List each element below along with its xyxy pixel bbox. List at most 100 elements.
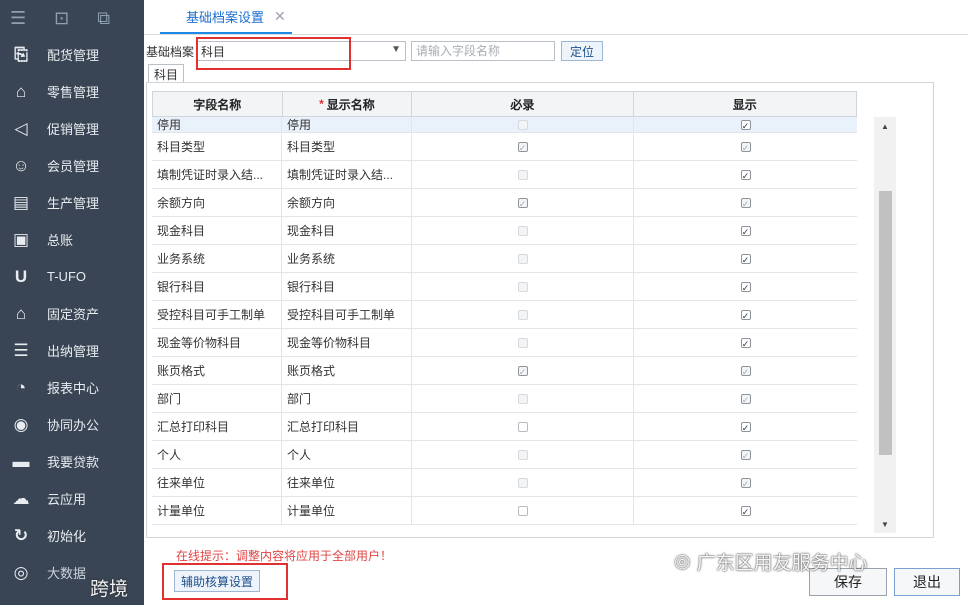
- sidebar-item[interactable]: ▤ 生产管理: [0, 184, 144, 221]
- cell-display-name[interactable]: 停用: [282, 117, 412, 132]
- sidebar-item[interactable]: ☁ 云应用: [0, 480, 144, 517]
- sidebar-item[interactable]: ◔ 报表中心: [0, 369, 144, 406]
- cell-display-name[interactable]: 填制凭证时录入结...: [282, 161, 412, 188]
- sidebar-item[interactable]: ⎘ 配货管理: [0, 36, 144, 73]
- scroll-up-icon[interactable]: ▲: [874, 119, 896, 133]
- close-icon[interactable]: ✕: [274, 8, 286, 25]
- show-checkbox[interactable]: ✓: [740, 169, 751, 181]
- show-checkbox[interactable]: ✓: [740, 225, 751, 237]
- production-icon: ▤: [12, 192, 30, 212]
- header-display-name: * 显示名称: [283, 92, 413, 116]
- field-search-input[interactable]: [411, 41, 555, 61]
- table-row[interactable]: 计量单位 计量单位 ✓: [152, 497, 857, 525]
- cell-required: [412, 245, 634, 272]
- show-checkbox[interactable]: ✓: [740, 421, 751, 433]
- locate-button[interactable]: 定位: [561, 41, 604, 61]
- cell-display-name[interactable]: 科目类型: [282, 133, 412, 160]
- sidebar-item[interactable]: ◁ 促销管理: [0, 110, 144, 147]
- subtab-subject[interactable]: 科目: [148, 64, 185, 83]
- required-checkbox[interactable]: [517, 505, 528, 516]
- ufo-icon: U: [14, 266, 28, 286]
- watermark: ◎ 广东区用友服务中心: [674, 551, 868, 574]
- table-row[interactable]: 现金等价物科目 现金等价物科目 ✓: [152, 329, 857, 357]
- header-field-name: 字段名称: [153, 92, 283, 116]
- cell-display-name[interactable]: 现金科目: [282, 217, 412, 244]
- cell-display-name[interactable]: 余额方向: [282, 189, 412, 216]
- required-checkbox[interactable]: [517, 421, 528, 432]
- scroll-down-icon[interactable]: ▼: [874, 517, 896, 531]
- table-row[interactable]: 受控科目可手工制单 受控科目可手工制单 ✓: [152, 301, 857, 329]
- cell-show: ✓: [634, 117, 857, 132]
- megaphone-icon: ◁: [14, 118, 28, 138]
- cell-display-name[interactable]: 个人: [282, 441, 412, 468]
- vertical-scrollbar[interactable]: ▲ ▼: [874, 117, 896, 533]
- table-row[interactable]: 现金科目 现金科目 ✓: [152, 217, 857, 245]
- table-row[interactable]: 往来单位 往来单位 ✓: [152, 469, 857, 497]
- highlight-box-archive: [196, 37, 351, 70]
- cell-display-name[interactable]: 业务系统: [282, 245, 412, 272]
- image-icon[interactable]: ⊡: [54, 8, 69, 29]
- online-tip: 在线提示：调整内容将应用于全部用户！: [176, 549, 393, 563]
- sidebar-item[interactable]: ◉ 协同办公: [0, 406, 144, 443]
- table-row[interactable]: 科目类型 科目类型 ✓ ✓: [152, 133, 857, 161]
- show-checkbox[interactable]: ✓: [740, 281, 751, 293]
- bank-icon: ⌂: [15, 303, 27, 323]
- cell-display-name[interactable]: 部门: [282, 385, 412, 412]
- exit-button[interactable]: 退出: [894, 568, 960, 596]
- wechat-icon: ◎: [674, 551, 691, 572]
- dispatch-icon: ⎘: [14, 44, 28, 64]
- cell-required: ✓: [412, 357, 634, 384]
- menu-icon[interactable]: ☰: [10, 8, 26, 29]
- refresh-icon: ↻: [13, 525, 29, 545]
- sidebar-item[interactable]: ▣ 总账: [0, 221, 144, 258]
- scroll-thumb[interactable]: [879, 191, 892, 455]
- cell-show: ✓: [634, 413, 857, 440]
- show-checkbox[interactable]: ✓: [740, 119, 751, 131]
- table-row[interactable]: 汇总打印科目 汇总打印科目 ✓: [152, 413, 857, 441]
- cell-field-name: 科目类型: [152, 133, 282, 160]
- sidebar-item[interactable]: ⌂ 零售管理: [0, 73, 144, 110]
- sidebar-item[interactable]: U T-UFO: [0, 258, 144, 295]
- table-row[interactable]: 停用 停用 ✓: [152, 117, 857, 133]
- cell-field-name: 现金科目: [152, 217, 282, 244]
- show-checkbox[interactable]: ✓: [740, 337, 751, 349]
- table-row[interactable]: 银行科目 银行科目 ✓: [152, 273, 857, 301]
- table-row[interactable]: 填制凭证时录入结... 填制凭证时录入结... ✓: [152, 161, 857, 189]
- tab-label: 基础档案设置: [186, 9, 265, 25]
- cell-required: [412, 301, 634, 328]
- show-checkbox[interactable]: ✓: [740, 253, 751, 265]
- table-row[interactable]: 余额方向 余额方向 ✓ ✓: [152, 189, 857, 217]
- sidebar: ☰ ⊡ ⧉ ⎘ 配货管理 ⌂ 零售管理 ◁ 促销管理 ☺ 会员管理 ▤ 生产管理 ▣ 总账 U T-UFO…: [0, 0, 144, 605]
- sidebar-item[interactable]: ↻ 初始化: [0, 517, 144, 554]
- tab-basic-archive-settings[interactable]: 基础档案设置 ✕: [160, 0, 292, 34]
- cell-field-name: 填制凭证时录入结...: [152, 161, 282, 188]
- cell-show: ✓: [634, 469, 857, 496]
- table-row[interactable]: 业务系统 业务系统 ✓: [152, 245, 857, 273]
- cell-display-name[interactable]: 计量单位: [282, 497, 412, 524]
- cell-display-name[interactable]: 现金等价物科目: [282, 329, 412, 356]
- sidebar-item-label: 生产管理: [47, 196, 100, 211]
- show-checkbox[interactable]: ✓: [740, 309, 751, 321]
- highlight-box-aux: [162, 563, 288, 600]
- big-data-icon: ◎: [13, 562, 29, 582]
- table-row[interactable]: 部门 部门 ✓: [152, 385, 857, 413]
- external-icon[interactable]: ⧉: [97, 8, 110, 29]
- cell-required: [412, 273, 634, 300]
- cell-display-name[interactable]: 银行科目: [282, 273, 412, 300]
- table-row[interactable]: 个人 个人 ✓: [152, 441, 857, 469]
- cell-field-name: 往来单位: [152, 469, 282, 496]
- table-row[interactable]: 账页格式 账页格式 ✓ ✓: [152, 357, 857, 385]
- sidebar-top-bar: ☰ ⊡ ⧉: [0, 0, 144, 36]
- cell-display-name[interactable]: 汇总打印科目: [282, 413, 412, 440]
- cell-display-name[interactable]: 受控科目可手工制单: [282, 301, 412, 328]
- sidebar-item[interactable]: ⌂ 固定资产: [0, 295, 144, 332]
- sidebar-item[interactable]: ▬ 我要贷款: [0, 443, 144, 480]
- sidebar-item[interactable]: ☰ 出纳管理: [0, 332, 144, 369]
- sidebar-item-label: 云应用: [47, 492, 87, 507]
- cell-display-name[interactable]: 账页格式: [282, 357, 412, 384]
- chevron-down-icon[interactable]: ▼: [391, 44, 401, 55]
- sidebar-item[interactable]: ☺ 会员管理: [0, 147, 144, 184]
- cell-display-name[interactable]: 往来单位: [282, 469, 412, 496]
- show-checkbox[interactable]: ✓: [740, 505, 751, 517]
- show-checkbox: ✓: [740, 197, 751, 209]
